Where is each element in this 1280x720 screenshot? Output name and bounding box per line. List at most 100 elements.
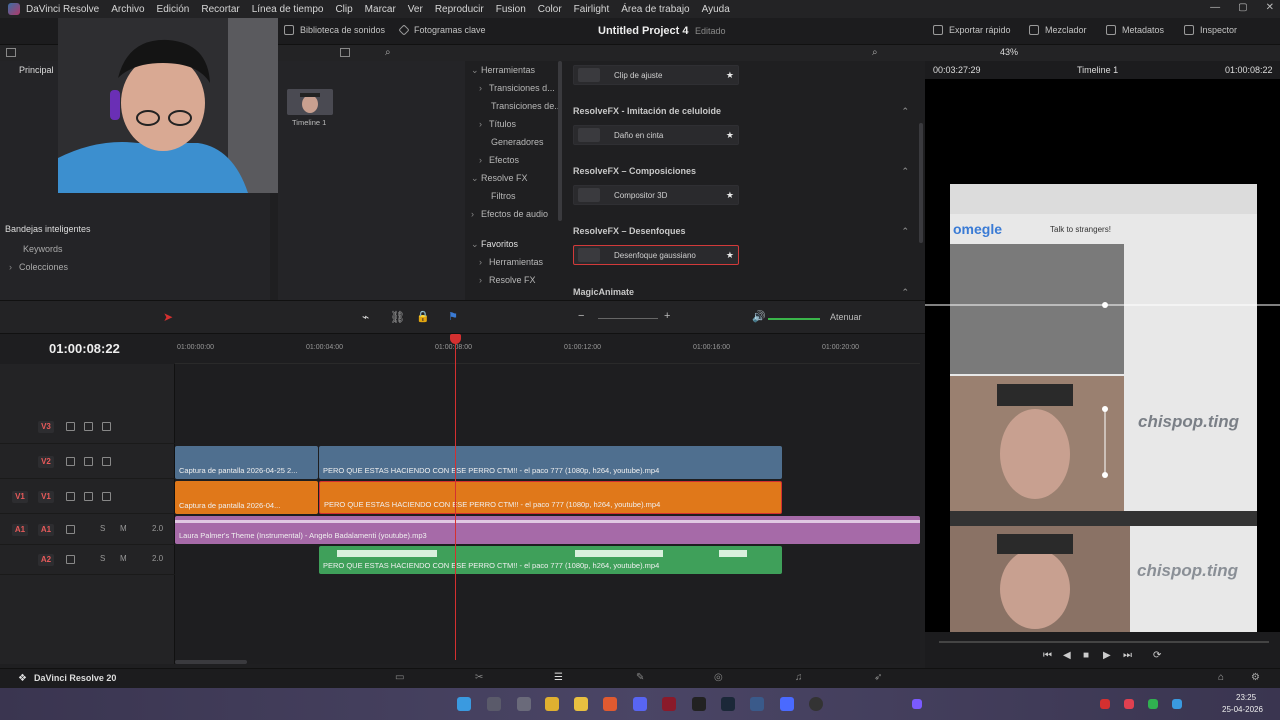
- timeline-ruler[interactable]: 01:00:00:00 01:00:04:00 01:00:08:00 01:0…: [175, 334, 920, 364]
- color-page-icon[interactable]: ◎: [714, 672, 723, 683]
- fx-card-desenfoque-gaussiano[interactable]: Desenfoque gaussiano ★: [573, 245, 739, 265]
- app-icon[interactable]: [662, 697, 676, 711]
- fx-section-header[interactable]: ResolveFX – Composiciones ⌃: [573, 166, 913, 176]
- tree-efectos-de-audio[interactable]: › Efectos de audio: [471, 209, 548, 219]
- zoom-out-icon[interactable]: −: [578, 310, 584, 322]
- timeline-scrollbar[interactable]: [175, 660, 247, 664]
- star-icon[interactable]: ★: [726, 130, 734, 141]
- smart-bin-collections[interactable]: › Colecciones: [9, 262, 68, 272]
- viewer[interactable]: omegle Talk to strangers! chispop.ting c…: [925, 79, 1280, 632]
- menu-fusion[interactable]: Fusion: [496, 4, 526, 15]
- menu-archivo[interactable]: Archivo: [111, 4, 144, 15]
- clip-v2-screenshot[interactable]: Captura de pantalla 2026-04-25 2...: [175, 446, 318, 479]
- fairlight-page-icon[interactable]: ♫: [795, 672, 803, 683]
- menu-marcar[interactable]: Marcar: [365, 4, 396, 15]
- menu-edicion[interactable]: Edición: [157, 4, 190, 15]
- track-enable-icon[interactable]: [102, 492, 111, 501]
- tray-icon[interactable]: [1148, 699, 1158, 709]
- clip-a2-audio[interactable]: PERO QUE ESTAS HACIENDO CON ESE PERRO CT…: [319, 546, 782, 574]
- track-id[interactable]: V3: [38, 421, 54, 433]
- tree-efectos[interactable]: › Efectos: [479, 155, 519, 165]
- mute-button[interactable]: M: [120, 554, 127, 563]
- lock-icon[interactable]: [66, 422, 75, 431]
- timeline-timecode[interactable]: 01:00:08:22: [49, 341, 120, 356]
- discord-icon[interactable]: [633, 697, 647, 711]
- menu-ayuda[interactable]: Ayuda: [702, 4, 730, 15]
- track-enable-icon[interactable]: [102, 457, 111, 466]
- minimize-icon[interactable]: —: [1210, 2, 1220, 13]
- deliver-page-icon[interactable]: ➶: [874, 672, 882, 683]
- maximize-icon[interactable]: ▢: [1238, 2, 1247, 13]
- tree-resolve-fx[interactable]: ⌄ Resolve FX: [471, 173, 528, 184]
- tree-generadores[interactable]: Generadores: [491, 137, 544, 147]
- terminal-icon[interactable]: [692, 697, 706, 711]
- quick-export-button[interactable]: Exportar rápido: [933, 25, 1011, 35]
- source-track-id[interactable]: A1: [12, 524, 28, 536]
- auto-select-icon[interactable]: [84, 457, 93, 466]
- track-id[interactable]: V1: [38, 491, 54, 503]
- star-icon[interactable]: ★: [726, 70, 734, 81]
- scrubber-bar[interactable]: [939, 641, 1269, 643]
- fx-section-header[interactable]: ResolveFX - Imitación de celuloide ⌃: [573, 106, 913, 116]
- auto-select-icon[interactable]: [84, 492, 93, 501]
- menu-reproducir[interactable]: Reproducir: [435, 4, 484, 15]
- tray-icon[interactable]: [1100, 699, 1110, 709]
- menu-linea-de-tiempo[interactable]: Línea de tiempo: [252, 4, 324, 15]
- grid-view-icon[interactable]: [340, 48, 350, 57]
- lock-icon[interactable]: 🔒: [416, 310, 430, 323]
- clip-v1-screenshot[interactable]: Captura de pantalla 2026-04...: [175, 481, 318, 514]
- menu-clip[interactable]: Clip: [335, 4, 352, 15]
- tree-fav-herramientas[interactable]: › Herramientas: [479, 257, 543, 267]
- menu-fairlight[interactable]: Fairlight: [574, 4, 610, 15]
- fx-scrollbar[interactable]: [919, 123, 923, 243]
- timeline-tracks[interactable]: Captura de pantalla 2026-04-25 2... PERO…: [175, 364, 920, 664]
- menu-area-de-trabajo[interactable]: Área de trabajo: [621, 4, 689, 15]
- menu-ver[interactable]: Ver: [408, 4, 423, 15]
- timeline-thumbnail[interactable]: [287, 89, 333, 115]
- fx-card-clip-ajuste[interactable]: Clip de ajuste ★: [573, 65, 739, 85]
- fx-card-dano-en-cinta[interactable]: Daño en cinta ★: [573, 125, 739, 145]
- tree-fav-resolve-fx[interactable]: › Resolve FX: [479, 275, 536, 285]
- stop-icon[interactable]: ■: [1083, 650, 1089, 661]
- clock-date[interactable]: 25-04-2026: [1222, 705, 1263, 714]
- metadata-button[interactable]: Metadatos: [1106, 25, 1164, 35]
- play-reverse-icon[interactable]: ◀: [1063, 650, 1071, 661]
- steam-icon[interactable]: [721, 697, 735, 711]
- panel-toggle-icon[interactable]: [6, 48, 16, 57]
- fx-section-header[interactable]: MagicAnimate ⌃: [573, 287, 913, 297]
- clock-time[interactable]: 23:25: [1236, 693, 1256, 702]
- auto-select-icon[interactable]: [84, 422, 93, 431]
- app-icon[interactable]: [780, 697, 794, 711]
- tray-icon[interactable]: [1172, 699, 1182, 709]
- select-tool-icon[interactable]: ➤: [163, 310, 173, 324]
- clip-v2-video[interactable]: PERO QUE ESTAS HACIENDO CON ESE PERRO CT…: [319, 446, 782, 479]
- cut-page-icon[interactable]: ✂: [475, 672, 483, 683]
- track-id[interactable]: A1: [38, 524, 54, 536]
- settings-gear-icon[interactable]: ⚙: [1251, 672, 1260, 683]
- volume-slider[interactable]: [768, 318, 820, 320]
- tree-herramientas[interactable]: ⌄ Herramientas: [471, 65, 535, 76]
- sound-library-button[interactable]: Biblioteca de sonidos: [284, 25, 385, 35]
- playhead[interactable]: [455, 334, 456, 660]
- tray-icon[interactable]: [912, 699, 922, 709]
- inspector-button[interactable]: Inspector: [1184, 25, 1237, 35]
- lock-icon[interactable]: [66, 525, 75, 534]
- track-id[interactable]: A2: [38, 554, 54, 566]
- tree-filtros[interactable]: Filtros: [491, 191, 516, 201]
- clip-a1-music[interactable]: Laura Palmer's Theme (Instrumental) - An…: [175, 516, 920, 544]
- tray-icon[interactable]: [1124, 699, 1134, 709]
- star-icon[interactable]: ★: [726, 250, 734, 261]
- fx-search-icon[interactable]: ⌕: [872, 47, 878, 58]
- close-icon[interactable]: ✕: [1266, 2, 1274, 13]
- lock-icon[interactable]: [66, 457, 75, 466]
- snapping-icon[interactable]: ⌁: [362, 310, 369, 324]
- mute-button[interactable]: M: [120, 524, 127, 533]
- source-track-id[interactable]: V1: [12, 491, 28, 503]
- skip-back-icon[interactable]: ⏮: [1043, 650, 1052, 661]
- mixer-button[interactable]: Mezclador: [1029, 25, 1087, 35]
- star-icon[interactable]: ★: [726, 190, 734, 201]
- tree-favoritos[interactable]: ⌄ Favoritos: [471, 239, 518, 250]
- windows-start-icon[interactable]: [457, 697, 471, 711]
- search-icon[interactable]: [487, 697, 501, 711]
- obs-icon[interactable]: [809, 697, 823, 711]
